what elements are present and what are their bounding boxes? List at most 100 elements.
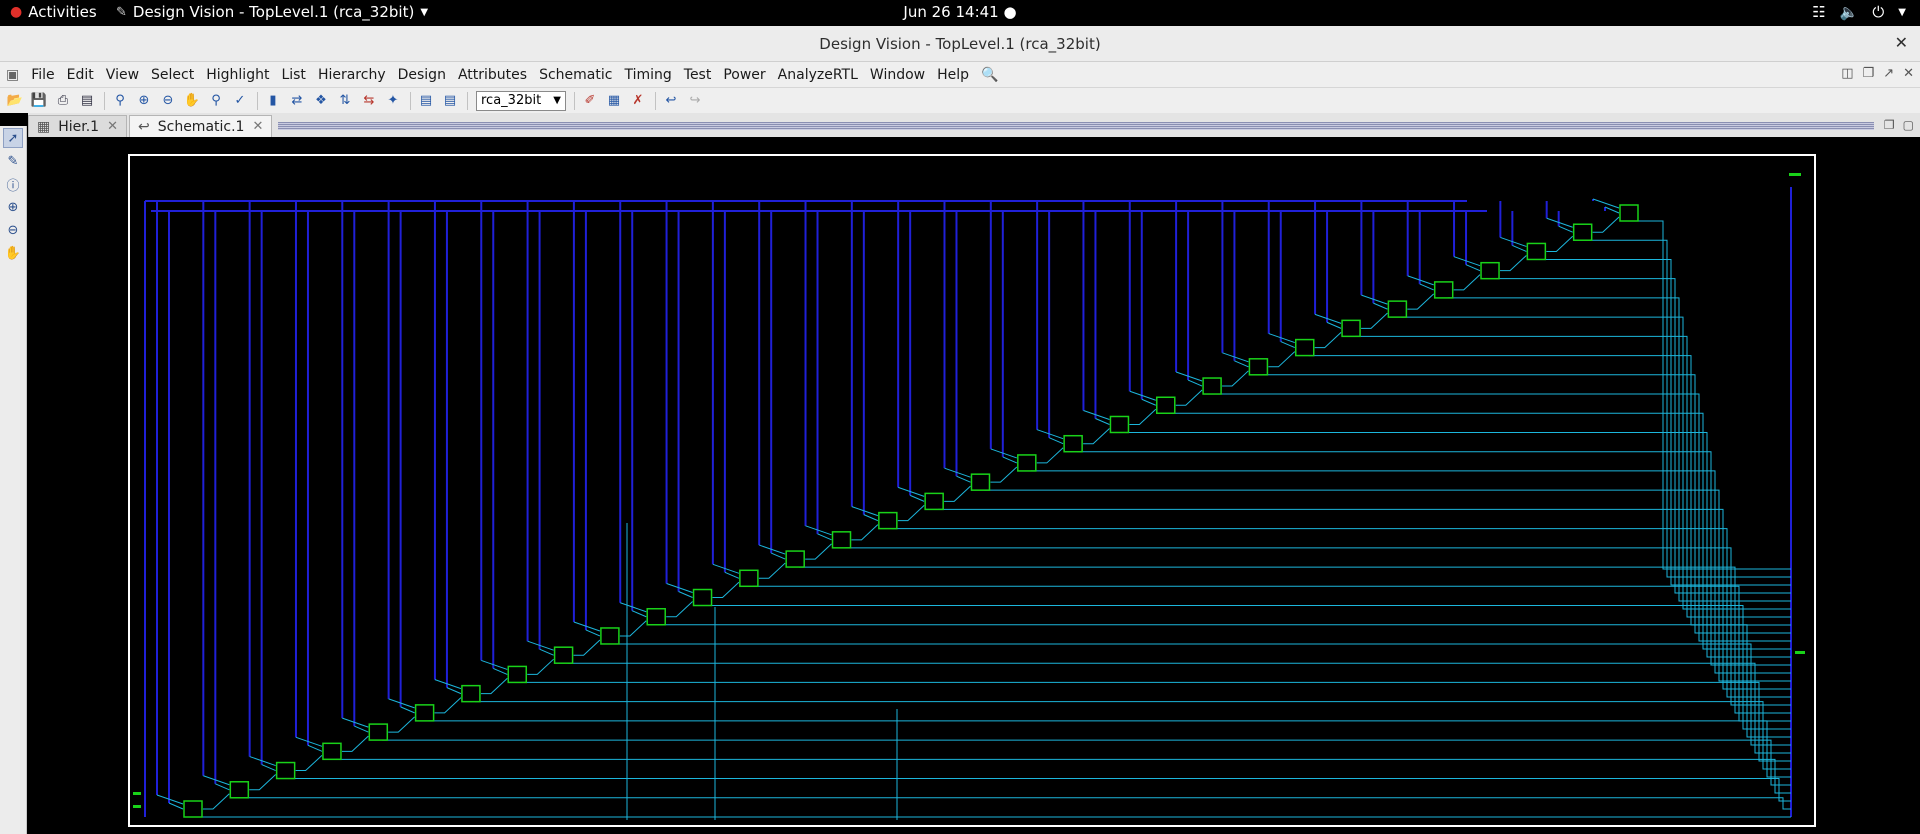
toolbar-separator [655, 91, 656, 110]
restore-icon[interactable]: ❐ [1863, 66, 1875, 81]
full-adder-cell [507, 665, 528, 684]
create-symbol-icon[interactable]: ▮ [262, 91, 284, 111]
zoom-fit-icon[interactable]: ⚲ [109, 91, 131, 111]
zoom-out-icon[interactable]: ⊖ [3, 220, 23, 240]
sum-net [752, 585, 1791, 722]
histogram-icon[interactable]: ▤ [415, 91, 437, 111]
tile-icon[interactable]: ◫ [1841, 66, 1853, 81]
input-stub [261, 764, 276, 772]
close-tab-icon[interactable]: ✕ [252, 119, 263, 134]
toolbar-separator [257, 91, 258, 110]
carry-net [249, 774, 276, 791]
search-icon[interactable]: 🔍 [975, 67, 1004, 83]
activities-button[interactable]: ● Activities [10, 3, 97, 21]
zoom-box-icon[interactable]: ⚲ [205, 91, 227, 111]
carry-net [1222, 370, 1249, 387]
schematic-canvas[interactable] [27, 137, 1920, 834]
menu-schematic[interactable]: Schematic [533, 67, 618, 83]
open-icon[interactable]: 📂 [4, 91, 26, 111]
sum-net [1169, 412, 1791, 650]
close-window-button[interactable]: ✕ [1895, 33, 1908, 52]
select-tool-icon[interactable]: ✓ [229, 91, 251, 111]
menu-view[interactable]: View [100, 67, 145, 83]
zoom-in-icon[interactable]: ⊕ [3, 197, 23, 217]
schematic-icon[interactable]: ⇄ [286, 91, 308, 111]
highlight-icon[interactable]: ✐ [579, 91, 601, 111]
design-select[interactable]: rca_32bit ▼ [476, 90, 566, 111]
input-stub [1002, 456, 1018, 464]
menu-help[interactable]: Help [931, 67, 975, 83]
carry-net [990, 466, 1018, 483]
sum-net [567, 662, 1791, 754]
restore-icon[interactable]: ❐ [1884, 118, 1895, 132]
carry-net [712, 581, 740, 599]
menu-list[interactable]: List [275, 67, 311, 83]
view-tabs: ▦ Hier.1 ✕ ↩ Schematic.1 ✕ ❐ ▢ [28, 113, 1920, 137]
activities-label: Activities [28, 3, 97, 21]
pan-icon[interactable]: ✋ [181, 91, 203, 111]
app-menu[interactable]: ✎ Design Vision - TopLevel.1 (rca_32bit)… [116, 3, 428, 21]
tab-schematic[interactable]: ↩ Schematic.1 ✕ [129, 115, 273, 137]
fanout-icon[interactable]: ⇆ [358, 91, 380, 111]
menu-hierarchy[interactable]: Hierarchy [312, 67, 392, 83]
carry-net [619, 620, 647, 637]
menu-file[interactable]: File [25, 67, 60, 83]
toolbar: 📂 💾 ⎙ ▤ ⚲ ⊕ ⊖ ✋ ⚲ ✓ ▮ ⇄ ❖ ⇅ ⇆ ✦ ▤ ▤ rca_… [0, 87, 1920, 113]
full-adder-cell [1341, 319, 1361, 338]
full-adder-cell [1202, 377, 1222, 395]
hierarchy-icon: ▦ [37, 118, 51, 135]
tab-drag-grip[interactable] [278, 122, 1874, 130]
clock[interactable]: Jun 26 14:41 ● [903, 3, 1016, 21]
pointer-icon[interactable]: ➚ [3, 128, 23, 148]
sum-net [243, 797, 1791, 810]
back-icon[interactable]: ↩ [660, 91, 682, 111]
menu-analyzertl[interactable]: AnalyzeRTL [772, 67, 864, 83]
carry-net [295, 754, 323, 772]
full-adder-cell [1572, 223, 1593, 241]
hierarchy-icon[interactable]: ▦ [603, 91, 625, 111]
close-tab-icon[interactable]: ✕ [107, 119, 118, 134]
menu-design[interactable]: Design [392, 67, 452, 83]
sum-net [613, 643, 1791, 746]
app-icon: ✎ [116, 4, 127, 20]
gnome-top-bar: ● Activities ✎ Design Vision - TopLevel.… [0, 0, 1920, 26]
tab-hier[interactable]: ▦ Hier.1 ✕ [28, 115, 127, 137]
info-icon[interactable]: ⓘ [3, 174, 23, 194]
chevron-down-icon: ▼ [420, 6, 429, 18]
system-menu[interactable]: ☷ 🔈 ⏻ ▼ [1812, 3, 1906, 21]
input-stub [1373, 302, 1388, 310]
input-stub [1592, 198, 1620, 209]
pencil-icon[interactable]: ✎ [3, 151, 23, 171]
menu-highlight[interactable]: Highlight [200, 67, 275, 83]
input-stub [539, 648, 554, 656]
cone-icon[interactable]: ✦ [382, 91, 404, 111]
input-stub [770, 552, 786, 560]
schematic-drawing[interactable] [27, 137, 1920, 834]
menu-edit[interactable]: Edit [61, 67, 100, 83]
carry-net [388, 716, 415, 733]
save-icon[interactable]: 💾 [28, 91, 50, 111]
chevron-down-icon: ▼ [1898, 6, 1906, 18]
print-icon[interactable]: ⎙ [52, 91, 74, 111]
clear-highlight-icon[interactable]: ✗ [627, 91, 649, 111]
menu-window[interactable]: Window [864, 67, 931, 83]
sum-net [1030, 470, 1791, 674]
close-icon[interactable]: ✕ [1903, 66, 1914, 81]
maximize-icon[interactable]: ▢ [1903, 118, 1914, 132]
menu-select[interactable]: Select [145, 67, 200, 83]
zoom-in-icon[interactable]: ⊕ [133, 91, 155, 111]
histogram2-icon[interactable]: ▤ [439, 91, 461, 111]
menu-timing[interactable]: Timing [618, 67, 677, 83]
forward-icon[interactable]: ↪ [684, 91, 706, 111]
input-stub [1419, 283, 1434, 291]
full-adder-cell [1526, 242, 1547, 261]
menu-test[interactable]: Test [678, 67, 718, 83]
log-icon[interactable]: ▤ [76, 91, 98, 111]
fanin-icon[interactable]: ⇅ [334, 91, 356, 111]
menu-power[interactable]: Power [717, 67, 771, 83]
menu-attributes[interactable]: Attributes [452, 67, 533, 83]
hand-icon[interactable]: ✋ [3, 243, 23, 263]
undock-icon[interactable]: ↗ [1883, 66, 1894, 81]
zoom-out-icon[interactable]: ⊖ [157, 91, 179, 111]
path-schematic-icon[interactable]: ❖ [310, 91, 332, 111]
